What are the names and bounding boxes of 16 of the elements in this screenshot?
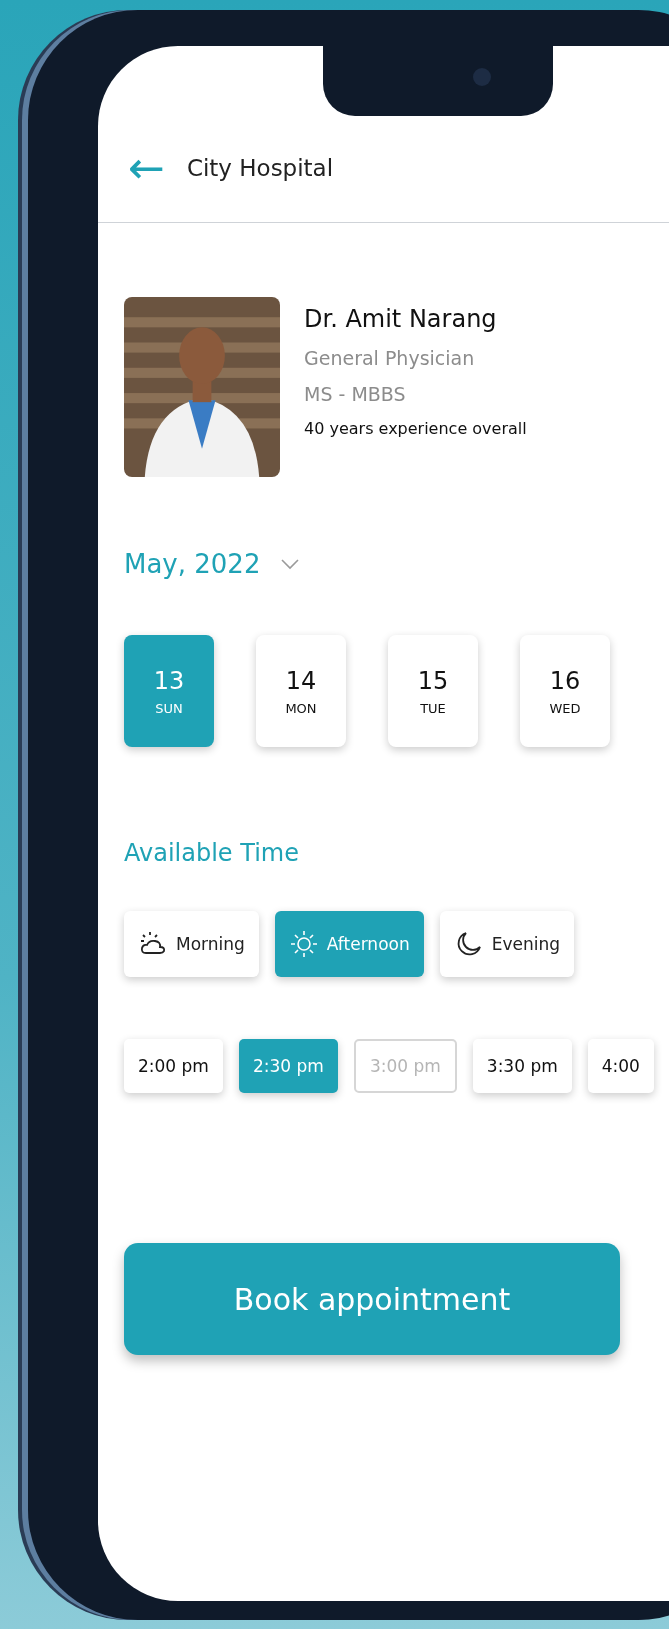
sun-icon xyxy=(288,929,319,959)
doctor-specialty: General Physician xyxy=(304,347,476,369)
time-slot[interactable]: 3:30 pm xyxy=(472,1039,572,1093)
doctor-name: Dr. Amit Narang xyxy=(304,305,498,333)
time-slot[interactable]: 4:00 xyxy=(587,1039,654,1093)
date-card[interactable]: 16 WED xyxy=(520,635,610,747)
time-slot[interactable]: 2:00 pm xyxy=(124,1039,223,1093)
period-tab[interactable]: Evening xyxy=(439,911,575,977)
period-tab[interactable]: Morning xyxy=(124,911,259,977)
screen-title: City Hospital xyxy=(186,155,334,181)
date-card[interactable]: 15 TUE xyxy=(388,635,478,747)
section-title: Available Time xyxy=(124,839,300,867)
doctor-degree: MS - MBBS xyxy=(304,383,407,405)
doctor-experience: 40 years experience overall xyxy=(304,419,527,438)
date-card[interactable]: 14 MON xyxy=(256,635,346,747)
chevron-down-icon xyxy=(280,558,301,570)
